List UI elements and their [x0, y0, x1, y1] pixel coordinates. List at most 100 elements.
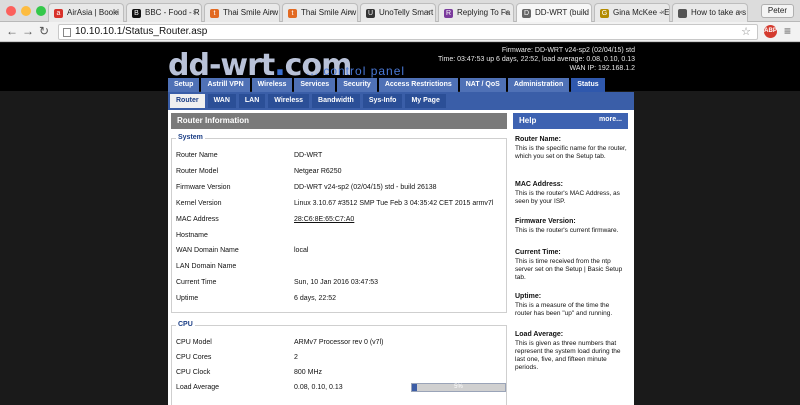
minimize-window-button[interactable] — [21, 6, 31, 16]
info-value: Linux 3.10.67 #3512 SMP Tue Feb 3 04:35:… — [294, 199, 494, 207]
firmware-info: Firmware: DD-WRT v24-sp2 (02/04/15) std … — [438, 46, 635, 73]
info-label: Router Name — [176, 152, 218, 159]
tab-close-icon[interactable]: × — [738, 8, 743, 17]
cpu-label: Load Average — [176, 384, 220, 391]
help-item-title: Current Time: — [515, 249, 561, 256]
browser-tab[interactable]: D DD-WRT (build × — [516, 3, 592, 22]
main-tab[interactable]: Setup — [168, 78, 200, 92]
cpu-label: CPU Model — [176, 339, 212, 346]
sub-tab[interactable]: Sys-Info — [362, 94, 403, 108]
system-legend: System — [176, 134, 205, 141]
sub-tab[interactable]: LAN — [238, 94, 266, 108]
sub-nav: Router WAN LAN Wireless Bandwidth Sys-Info My … — [170, 94, 446, 108]
tab-close-icon[interactable]: × — [192, 8, 197, 17]
profile-button[interactable]: Peter — [760, 4, 794, 18]
cpu-label: CPU Cores — [176, 354, 212, 361]
tab-label: UnoTelly Smart — [379, 8, 434, 17]
control-panel-tagline: ... control panel — [306, 64, 406, 78]
info-label: WAN Domain Name — [176, 247, 239, 255]
info-value: Netgear R6250 — [294, 167, 342, 175]
main-tab[interactable]: NAT / QoS — [459, 78, 506, 92]
main-tab[interactable]: Services — [294, 78, 336, 92]
close-window-button[interactable] — [6, 6, 16, 16]
page-icon — [63, 28, 71, 37]
main-tab[interactable]: Wireless — [251, 78, 293, 92]
tab-close-icon[interactable]: × — [504, 8, 509, 17]
tab-favicon-icon: B — [132, 9, 141, 18]
tab-favicon-icon: D — [522, 9, 531, 18]
info-label: Kernel Version — [176, 199, 222, 207]
address-url: 10.10.10.1/Status_Router.asp — [75, 26, 208, 37]
info-label: MAC Address — [176, 215, 219, 223]
browser-tab[interactable]: t Thai Smile Airw × — [204, 3, 280, 22]
info-value[interactable]: 28:C6:8E:65:C7:A0 — [294, 216, 354, 223]
tab-close-icon[interactable]: × — [114, 8, 119, 17]
help-item-title: Load Average: — [515, 331, 564, 338]
bookmark-star-icon[interactable]: ☆ — [741, 25, 751, 38]
address-bar[interactable]: 10.10.10.1/Status_Router.asp ☆ — [58, 24, 758, 40]
help-item-title: MAC Address: — [515, 181, 563, 188]
cpu-legend: CPU — [176, 321, 195, 328]
main-tab[interactable]: Status — [571, 78, 605, 92]
info-label: LAN Domain Name — [176, 263, 237, 271]
browser-tab[interactable]: G Gina McKee - E × — [594, 3, 670, 22]
info-label: Firmware Version — [176, 183, 231, 191]
tab-label: AirAsia | Booki — [67, 8, 119, 17]
main-tab[interactable]: Administration — [507, 78, 570, 92]
help-item: MAC Address: This is the router's MAC Add… — [515, 181, 627, 206]
browser-tab[interactable]: B BBC - Food - R × — [126, 3, 202, 22]
sub-tab[interactable]: Bandwidth — [312, 94, 360, 108]
main-nav: Setup Astrill VPN Wireless Services Security… — [168, 78, 605, 92]
adblock-icon[interactable]: ABP — [764, 25, 777, 38]
tab-close-icon[interactable]: × — [660, 8, 665, 17]
help-more-link[interactable]: more... — [599, 116, 622, 123]
cpu-value: 800 MHz — [294, 369, 323, 376]
sub-tab[interactable]: My Page — [405, 94, 446, 108]
tab-favicon-icon: a — [54, 9, 63, 18]
help-item-text: This is the router's current firmware. — [515, 227, 619, 234]
browser-toolbar: ← → ↻ 10.10.10.1/Status_Router.asp ☆ — [0, 22, 800, 42]
info-row: WAN Domain Name local — [176, 247, 506, 259]
help-item-title: Router Name: — [515, 136, 561, 143]
sub-tab[interactable]: Router — [170, 94, 205, 108]
browser-tab[interactable]: t Thai Smile Airw × — [282, 3, 358, 22]
help-item: Firmware Version: This is the router's cu… — [515, 218, 627, 235]
help-item-text: This is the specific name for the router… — [515, 145, 627, 160]
zoom-window-button[interactable] — [36, 6, 46, 16]
sub-tab[interactable]: Wireless — [268, 94, 310, 108]
info-row: Router Model Netgear R6250 — [176, 168, 506, 180]
main-tab[interactable]: Access Restrictions — [378, 78, 458, 92]
browser-tab-bar: a AirAsia | Booki × B BBC - Food - R × t Thai S… — [0, 0, 800, 22]
load-average-percent: 5% — [454, 384, 463, 390]
tab-favicon-icon: U — [366, 9, 375, 18]
tab-close-icon[interactable]: × — [426, 8, 431, 17]
load-average-bar: 5% — [411, 383, 506, 392]
help-item-text: This is the router's MAC Address, as see… — [515, 190, 620, 205]
tab-favicon-icon: t — [288, 9, 297, 18]
browser-tab[interactable]: a AirAsia | Booki × — [48, 3, 124, 22]
tab-label: Replying To Fa — [457, 8, 511, 17]
back-arrow-icon[interactable]: ← — [6, 24, 18, 38]
reload-icon[interactable]: ↻ — [39, 24, 49, 38]
browser-menu-icon[interactable]: ≡ — [784, 24, 791, 38]
tab-close-icon[interactable]: × — [348, 8, 353, 17]
info-value: DD-WRT v24-sp2 (02/04/15) std - build 26… — [294, 183, 437, 191]
tab-close-icon[interactable]: × — [270, 8, 275, 17]
info-value: 6 days, 22:52 — [294, 295, 337, 303]
info-label: Uptime — [176, 295, 199, 303]
forward-arrow-icon[interactable]: → — [22, 24, 34, 38]
tab-close-icon[interactable]: × — [582, 8, 587, 17]
browser-tab[interactable]: U UnoTelly Smart × — [360, 3, 436, 22]
sub-tab[interactable]: WAN — [207, 94, 236, 108]
browser-tab[interactable]: R Replying To Fa × — [438, 3, 514, 22]
cpu-row: CPU Model ARMv7 Processor rev 0 (v7l) — [176, 339, 506, 351]
browser-tab[interactable]: How to take a s × — [672, 3, 748, 22]
info-row: Firmware Version DD-WRT v24-sp2 (02/04/15… — [176, 184, 506, 196]
help-item-text: This is given as three numbers that repr… — [515, 340, 621, 371]
cpu-row: CPU Clock 800 MHz — [176, 369, 506, 381]
main-tab[interactable]: Security — [337, 78, 377, 92]
help-item: Uptime: This is a measure of the time the… — [515, 293, 627, 318]
main-tab[interactable]: Astrill VPN — [201, 78, 250, 92]
tab-favicon-icon: t — [210, 9, 219, 18]
help-item-text: This is time received from the ntp serve… — [515, 258, 623, 281]
